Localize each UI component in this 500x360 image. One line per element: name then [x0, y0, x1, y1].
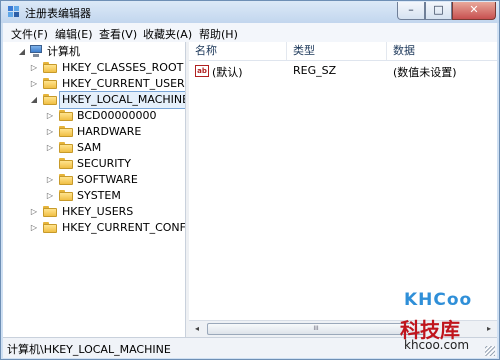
tree-label: HKEY_USERS	[62, 205, 134, 218]
collapsed-arrow-icon[interactable]: ▷	[29, 204, 39, 220]
key-tree[interactable]: ◢ 计算机 ▷ HKEY_CLASSES_ROOT ▷ HKEY_CURRENT…	[3, 42, 186, 337]
watermark-logo: KHCoo	[404, 290, 473, 310]
collapsed-arrow-icon[interactable]: ▷	[29, 60, 39, 76]
menu-view[interactable]: 查看(V)	[99, 26, 137, 42]
tree-label: SECURITY	[77, 157, 131, 170]
expanded-arrow-icon[interactable]: ◢	[29, 92, 39, 108]
tree-label: SAM	[77, 141, 102, 154]
folder-icon	[59, 158, 73, 169]
close-button[interactable]: ✕	[452, 2, 496, 20]
folder-icon	[43, 62, 57, 73]
maximize-button[interactable]: □	[425, 2, 452, 20]
watermark-url: khcoo.com	[404, 338, 470, 352]
menu-edit[interactable]: 编辑(E)	[55, 26, 93, 42]
menu-help[interactable]: 帮助(H)	[199, 26, 238, 42]
tree-label: HKEY_CLASSES_ROOT	[62, 61, 184, 74]
minimize-button[interactable]: –	[397, 2, 425, 20]
string-value-icon: ab	[195, 65, 209, 77]
tree-label: BCD00000000	[77, 109, 157, 122]
tree-label: HKEY_CURRENT_USER	[62, 77, 185, 90]
tree-label: SYSTEM	[77, 189, 121, 202]
value-name: (默认)	[212, 66, 243, 79]
folder-open-icon	[43, 94, 57, 105]
tree-label: 计算机	[47, 45, 80, 58]
value-data: (数值未设置)	[393, 66, 457, 79]
folder-icon	[59, 126, 73, 137]
collapsed-arrow-icon[interactable]: ▷	[45, 140, 55, 156]
folder-icon	[59, 142, 73, 153]
collapsed-arrow-icon[interactable]: ▷	[45, 124, 55, 140]
folder-icon	[59, 174, 73, 185]
window-title: 注册表编辑器	[25, 7, 91, 20]
collapsed-arrow-icon[interactable]: ▷	[29, 76, 39, 92]
scroll-thumb[interactable]: III	[207, 323, 425, 335]
collapsed-arrow-icon[interactable]: ▷	[45, 172, 55, 188]
tree-label: HKEY_CURRENT_CONFIG	[62, 221, 186, 234]
collapsed-arrow-icon[interactable]: ▷	[45, 108, 55, 124]
column-header-type[interactable]: 类型	[287, 42, 387, 60]
watermark: KHCoo 科技库 khcoo.com	[400, 290, 496, 354]
expanded-arrow-icon[interactable]: ◢	[17, 44, 27, 60]
tree-label: SOFTWARE	[77, 173, 138, 186]
folder-icon	[43, 206, 57, 217]
folder-icon	[59, 190, 73, 201]
folder-icon	[59, 110, 73, 121]
menu-bar: 文件(F) 编辑(E) 查看(V) 收藏夹(A) 帮助(H)	[3, 23, 497, 43]
value-type: REG_SZ	[293, 64, 337, 77]
tree-label: HKEY_LOCAL_MACHINE	[59, 91, 185, 109]
column-header-data[interactable]: 数据	[387, 42, 497, 60]
tree-label: HARDWARE	[77, 125, 142, 138]
scroll-left-icon[interactable]: ◂	[189, 322, 205, 336]
collapsed-arrow-icon[interactable]: ▷	[29, 220, 39, 236]
status-path: 计算机\HKEY_LOCAL_MACHINE	[7, 343, 171, 356]
column-header-name[interactable]: 名称	[189, 42, 287, 60]
folder-icon	[43, 78, 57, 89]
column-header-row: 名称 类型 数据	[189, 42, 497, 61]
menu-file[interactable]: 文件(F)	[11, 26, 48, 42]
folder-icon	[43, 222, 57, 233]
title-bar[interactable]: 注册表编辑器 – □ ✕	[1, 1, 499, 23]
menu-favorites[interactable]: 收藏夹(A)	[143, 26, 192, 42]
collapsed-arrow-icon[interactable]: ▷	[45, 188, 55, 204]
computer-icon	[29, 45, 43, 58]
regedit-icon	[7, 5, 21, 19]
